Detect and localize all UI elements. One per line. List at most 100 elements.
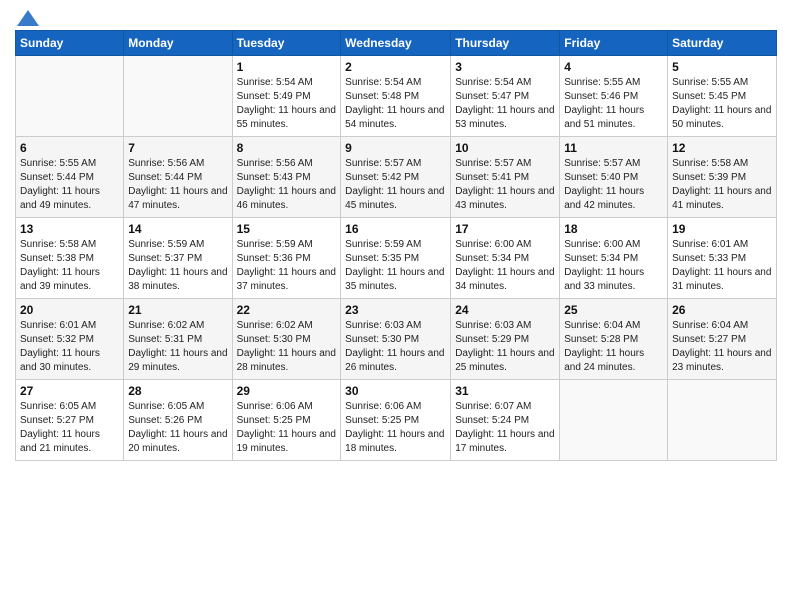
day-number: 8	[237, 141, 337, 155]
day-info: Sunrise: 5:55 AMSunset: 5:45 PMDaylight:…	[672, 76, 772, 132]
logo-icon	[17, 10, 39, 26]
calendar-cell: 8 Sunrise: 5:56 AMSunset: 5:43 PMDaylight…	[232, 137, 341, 218]
day-number: 3	[455, 60, 555, 74]
day-number: 5	[672, 60, 772, 74]
day-info: Sunrise: 6:05 AMSunset: 5:26 PMDaylight:…	[128, 400, 227, 456]
day-info: Sunrise: 5:58 AMSunset: 5:39 PMDaylight:…	[672, 157, 772, 213]
day-number: 13	[20, 222, 119, 236]
day-info: Sunrise: 5:55 AMSunset: 5:46 PMDaylight:…	[564, 76, 663, 132]
day-info: Sunrise: 5:56 AMSunset: 5:43 PMDaylight:…	[237, 157, 337, 213]
calendar-cell: 5 Sunrise: 5:55 AMSunset: 5:45 PMDaylight…	[668, 56, 777, 137]
day-info: Sunrise: 5:59 AMSunset: 5:35 PMDaylight:…	[345, 238, 446, 294]
calendar-cell	[560, 380, 668, 461]
day-header-sunday: Sunday	[16, 31, 124, 56]
day-number: 24	[455, 303, 555, 317]
calendar-cell: 14 Sunrise: 5:59 AMSunset: 5:37 PMDayligh…	[124, 218, 232, 299]
calendar-cell	[668, 380, 777, 461]
day-number: 16	[345, 222, 446, 236]
calendar-cell: 21 Sunrise: 6:02 AMSunset: 5:31 PMDayligh…	[124, 299, 232, 380]
calendar-table: SundayMondayTuesdayWednesdayThursdayFrid…	[15, 30, 777, 461]
calendar-cell: 30 Sunrise: 6:06 AMSunset: 5:25 PMDayligh…	[341, 380, 451, 461]
day-header-saturday: Saturday	[668, 31, 777, 56]
calendar-cell: 13Sunrise: 5:58 AMSunset: 5:38 PMDayligh…	[16, 218, 124, 299]
day-info: Sunrise: 5:54 AMSunset: 5:47 PMDaylight:…	[455, 76, 555, 132]
calendar-cell: 15Sunrise: 5:59 AMSunset: 5:36 PMDayligh…	[232, 218, 341, 299]
calendar-cell: 7 Sunrise: 5:56 AMSunset: 5:44 PMDaylight…	[124, 137, 232, 218]
day-info: Sunrise: 6:00 AMSunset: 5:34 PMDaylight:…	[564, 238, 663, 294]
day-number: 18	[564, 222, 663, 236]
day-info: Sunrise: 6:03 AMSunset: 5:30 PMDaylight:…	[345, 319, 446, 375]
day-number: 10	[455, 141, 555, 155]
calendar-week-4: 20 Sunrise: 6:01 AMSunset: 5:32 PMDayligh…	[16, 299, 777, 380]
day-number: 26	[672, 303, 772, 317]
calendar-cell: 1Sunrise: 5:54 AMSunset: 5:49 PMDaylight…	[232, 56, 341, 137]
calendar-week-1: 1Sunrise: 5:54 AMSunset: 5:49 PMDaylight…	[16, 56, 777, 137]
day-number: 2	[345, 60, 446, 74]
day-info: Sunrise: 5:59 AMSunset: 5:36 PMDaylight:…	[237, 238, 337, 294]
calendar-cell: 24 Sunrise: 6:03 AMSunset: 5:29 PMDayligh…	[451, 299, 560, 380]
day-number: 6	[20, 141, 119, 155]
day-info: Sunrise: 6:04 AMSunset: 5:28 PMDaylight:…	[564, 319, 663, 375]
calendar-cell: 10Sunrise: 5:57 AMSunset: 5:41 PMDayligh…	[451, 137, 560, 218]
day-header-wednesday: Wednesday	[341, 31, 451, 56]
day-info: Sunrise: 5:54 AMSunset: 5:49 PMDaylight:…	[237, 76, 337, 132]
day-info: Sunrise: 6:01 AMSunset: 5:33 PMDaylight:…	[672, 238, 772, 294]
calendar-week-2: 6 Sunrise: 5:55 AMSunset: 5:44 PMDaylight…	[16, 137, 777, 218]
day-number: 28	[128, 384, 227, 398]
day-number: 20	[20, 303, 119, 317]
calendar-cell: 11 Sunrise: 5:57 AMSunset: 5:40 PMDayligh…	[560, 137, 668, 218]
calendar-cell: 4Sunrise: 5:55 AMSunset: 5:46 PMDaylight…	[560, 56, 668, 137]
day-number: 31	[455, 384, 555, 398]
calendar-cell: 28 Sunrise: 6:05 AMSunset: 5:26 PMDayligh…	[124, 380, 232, 461]
day-info: Sunrise: 5:57 AMSunset: 5:42 PMDaylight:…	[345, 157, 446, 213]
day-info: Sunrise: 6:02 AMSunset: 5:30 PMDaylight:…	[237, 319, 337, 375]
calendar-cell: 31Sunrise: 6:07 AMSunset: 5:24 PMDayligh…	[451, 380, 560, 461]
header	[15, 10, 777, 22]
calendar-cell	[16, 56, 124, 137]
calendar-cell: 3 Sunrise: 5:54 AMSunset: 5:47 PMDaylight…	[451, 56, 560, 137]
calendar-cell: 20 Sunrise: 6:01 AMSunset: 5:32 PMDayligh…	[16, 299, 124, 380]
calendar-week-3: 13Sunrise: 5:58 AMSunset: 5:38 PMDayligh…	[16, 218, 777, 299]
day-info: Sunrise: 5:56 AMSunset: 5:44 PMDaylight:…	[128, 157, 227, 213]
logo	[15, 10, 41, 22]
day-info: Sunrise: 6:01 AMSunset: 5:32 PMDaylight:…	[20, 319, 119, 375]
calendar-cell: 19Sunrise: 6:01 AMSunset: 5:33 PMDayligh…	[668, 218, 777, 299]
day-info: Sunrise: 5:54 AMSunset: 5:48 PMDaylight:…	[345, 76, 446, 132]
day-info: Sunrise: 6:03 AMSunset: 5:29 PMDaylight:…	[455, 319, 555, 375]
calendar-cell: 6 Sunrise: 5:55 AMSunset: 5:44 PMDaylight…	[16, 137, 124, 218]
day-header-friday: Friday	[560, 31, 668, 56]
calendar-week-5: 27 Sunrise: 6:05 AMSunset: 5:27 PMDayligh…	[16, 380, 777, 461]
day-info: Sunrise: 6:02 AMSunset: 5:31 PMDaylight:…	[128, 319, 227, 375]
day-number: 17	[455, 222, 555, 236]
calendar-cell: 17 Sunrise: 6:00 AMSunset: 5:34 PMDayligh…	[451, 218, 560, 299]
day-info: Sunrise: 6:00 AMSunset: 5:34 PMDaylight:…	[455, 238, 555, 294]
day-info: Sunrise: 5:57 AMSunset: 5:40 PMDaylight:…	[564, 157, 663, 213]
day-info: Sunrise: 6:06 AMSunset: 5:25 PMDaylight:…	[345, 400, 446, 456]
day-info: Sunrise: 5:55 AMSunset: 5:44 PMDaylight:…	[20, 157, 119, 213]
day-number: 27	[20, 384, 119, 398]
day-number: 30	[345, 384, 446, 398]
calendar-cell: 22 Sunrise: 6:02 AMSunset: 5:30 PMDayligh…	[232, 299, 341, 380]
calendar-cell: 29 Sunrise: 6:06 AMSunset: 5:25 PMDayligh…	[232, 380, 341, 461]
day-number: 22	[237, 303, 337, 317]
day-number: 11	[564, 141, 663, 155]
day-number: 12	[672, 141, 772, 155]
calendar-cell: 2 Sunrise: 5:54 AMSunset: 5:48 PMDaylight…	[341, 56, 451, 137]
day-number: 25	[564, 303, 663, 317]
calendar-cell: 23 Sunrise: 6:03 AMSunset: 5:30 PMDayligh…	[341, 299, 451, 380]
day-number: 14	[128, 222, 227, 236]
day-info: Sunrise: 6:04 AMSunset: 5:27 PMDaylight:…	[672, 319, 772, 375]
day-number: 7	[128, 141, 227, 155]
calendar-header-row: SundayMondayTuesdayWednesdayThursdayFrid…	[16, 31, 777, 56]
day-header-tuesday: Tuesday	[232, 31, 341, 56]
day-number: 9	[345, 141, 446, 155]
day-number: 23	[345, 303, 446, 317]
calendar-cell: 18 Sunrise: 6:00 AMSunset: 5:34 PMDayligh…	[560, 218, 668, 299]
day-info: Sunrise: 5:59 AMSunset: 5:37 PMDaylight:…	[128, 238, 227, 294]
calendar-cell: 27 Sunrise: 6:05 AMSunset: 5:27 PMDayligh…	[16, 380, 124, 461]
day-info: Sunrise: 6:06 AMSunset: 5:25 PMDaylight:…	[237, 400, 337, 456]
day-info: Sunrise: 6:05 AMSunset: 5:27 PMDaylight:…	[20, 400, 119, 456]
calendar-cell: 25 Sunrise: 6:04 AMSunset: 5:28 PMDayligh…	[560, 299, 668, 380]
day-number: 29	[237, 384, 337, 398]
day-number: 21	[128, 303, 227, 317]
